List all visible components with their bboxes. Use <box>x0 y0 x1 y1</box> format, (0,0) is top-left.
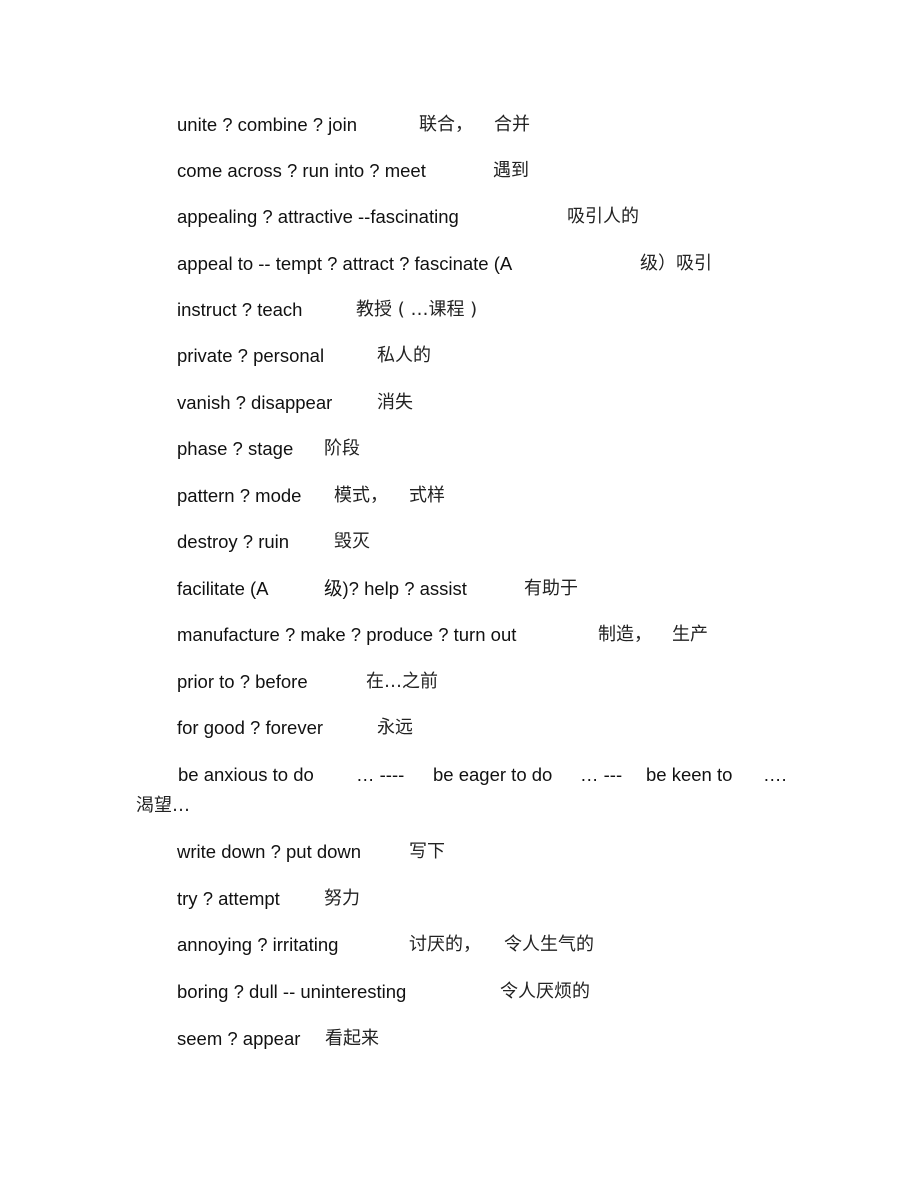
vocab-english: appealing ? attractive --fascinating <box>177 206 459 227</box>
vocab-separator: … ---- <box>356 764 405 785</box>
vocab-english: come across ? run into ? meet <box>177 160 426 181</box>
vocab-chinese: 看起来 <box>325 1028 379 1049</box>
vocab-chinese: 阶段 <box>324 438 360 459</box>
vocab-english: be anxious to do <box>178 764 314 785</box>
vocab-chinese: 教授 ( …课程 ) <box>356 299 478 320</box>
vocab-chinese: 令人生气的 <box>504 934 594 955</box>
vocab-english: be eager to do <box>433 764 553 785</box>
vocab-english: instruct ? teach <box>177 299 303 320</box>
vocab-english: destroy ? ruin <box>177 531 290 552</box>
vocab-english: boring ? dull -- uninteresting <box>177 981 407 1002</box>
vocab-english: try ? attempt <box>177 888 280 909</box>
vocab-english: phase ? stage <box>177 438 294 459</box>
vocab-english: private ? personal <box>177 345 325 366</box>
vocab-english: 级)? help ? assist <box>324 578 467 599</box>
vocab-chinese: 消失 <box>377 392 413 413</box>
vocab-chinese: 模式， <box>334 485 388 506</box>
vocab-english: unite ? combine ? join <box>177 114 357 135</box>
vocab-english: for good ? forever <box>177 717 324 738</box>
vocab-chinese: 写下 <box>409 841 445 862</box>
vocab-chinese: 讨厌的， <box>409 934 481 955</box>
vocab-chinese: 私人的 <box>377 345 431 366</box>
vocab-english: be keen to <box>646 764 733 785</box>
vocab-english: manufacture ? make ? produce ? turn out <box>177 624 517 645</box>
document-page: unite ? combine ? join 联合， 合并 come acros… <box>0 0 920 1192</box>
vocab-chinese: 生产 <box>672 624 708 645</box>
vocab-english: write down ? put down <box>177 841 362 862</box>
vocab-chinese: 在…之前 <box>366 671 438 692</box>
vocab-english: appeal to -- tempt ? attract ? fascinate… <box>177 253 513 274</box>
vocab-english: seem ? appear <box>177 1028 301 1049</box>
vocab-english: annoying ? irritating <box>177 934 339 955</box>
vocab-chinese: 制造， <box>598 624 652 645</box>
vocab-english: pattern ? mode <box>177 485 302 506</box>
vocab-chinese: 有助于 <box>524 578 578 599</box>
vocab-chinese: 努力 <box>324 888 360 909</box>
vocab-english: vanish ? disappear <box>177 392 333 413</box>
vocab-chinese: 级）吸引 <box>640 253 712 274</box>
vocab-chinese: 遇到 <box>493 160 529 181</box>
vocab-chinese: 式样 <box>409 485 445 506</box>
vocab-chinese: 渴望… <box>136 795 190 816</box>
vocab-separator: …. <box>763 764 787 785</box>
vocab-english: prior to ? before <box>177 671 308 692</box>
vocab-english: facilitate (A <box>177 578 269 599</box>
vocab-chinese: 联合， <box>419 114 473 135</box>
vocab-separator: … --- <box>580 764 623 785</box>
vocab-chinese: 吸引人的 <box>567 206 639 227</box>
vocab-chinese: 永远 <box>377 717 413 738</box>
vocab-chinese: 令人厌烦的 <box>500 981 590 1002</box>
vocab-chinese: 合并 <box>494 114 530 135</box>
vocab-chinese: 毁灭 <box>334 531 370 552</box>
